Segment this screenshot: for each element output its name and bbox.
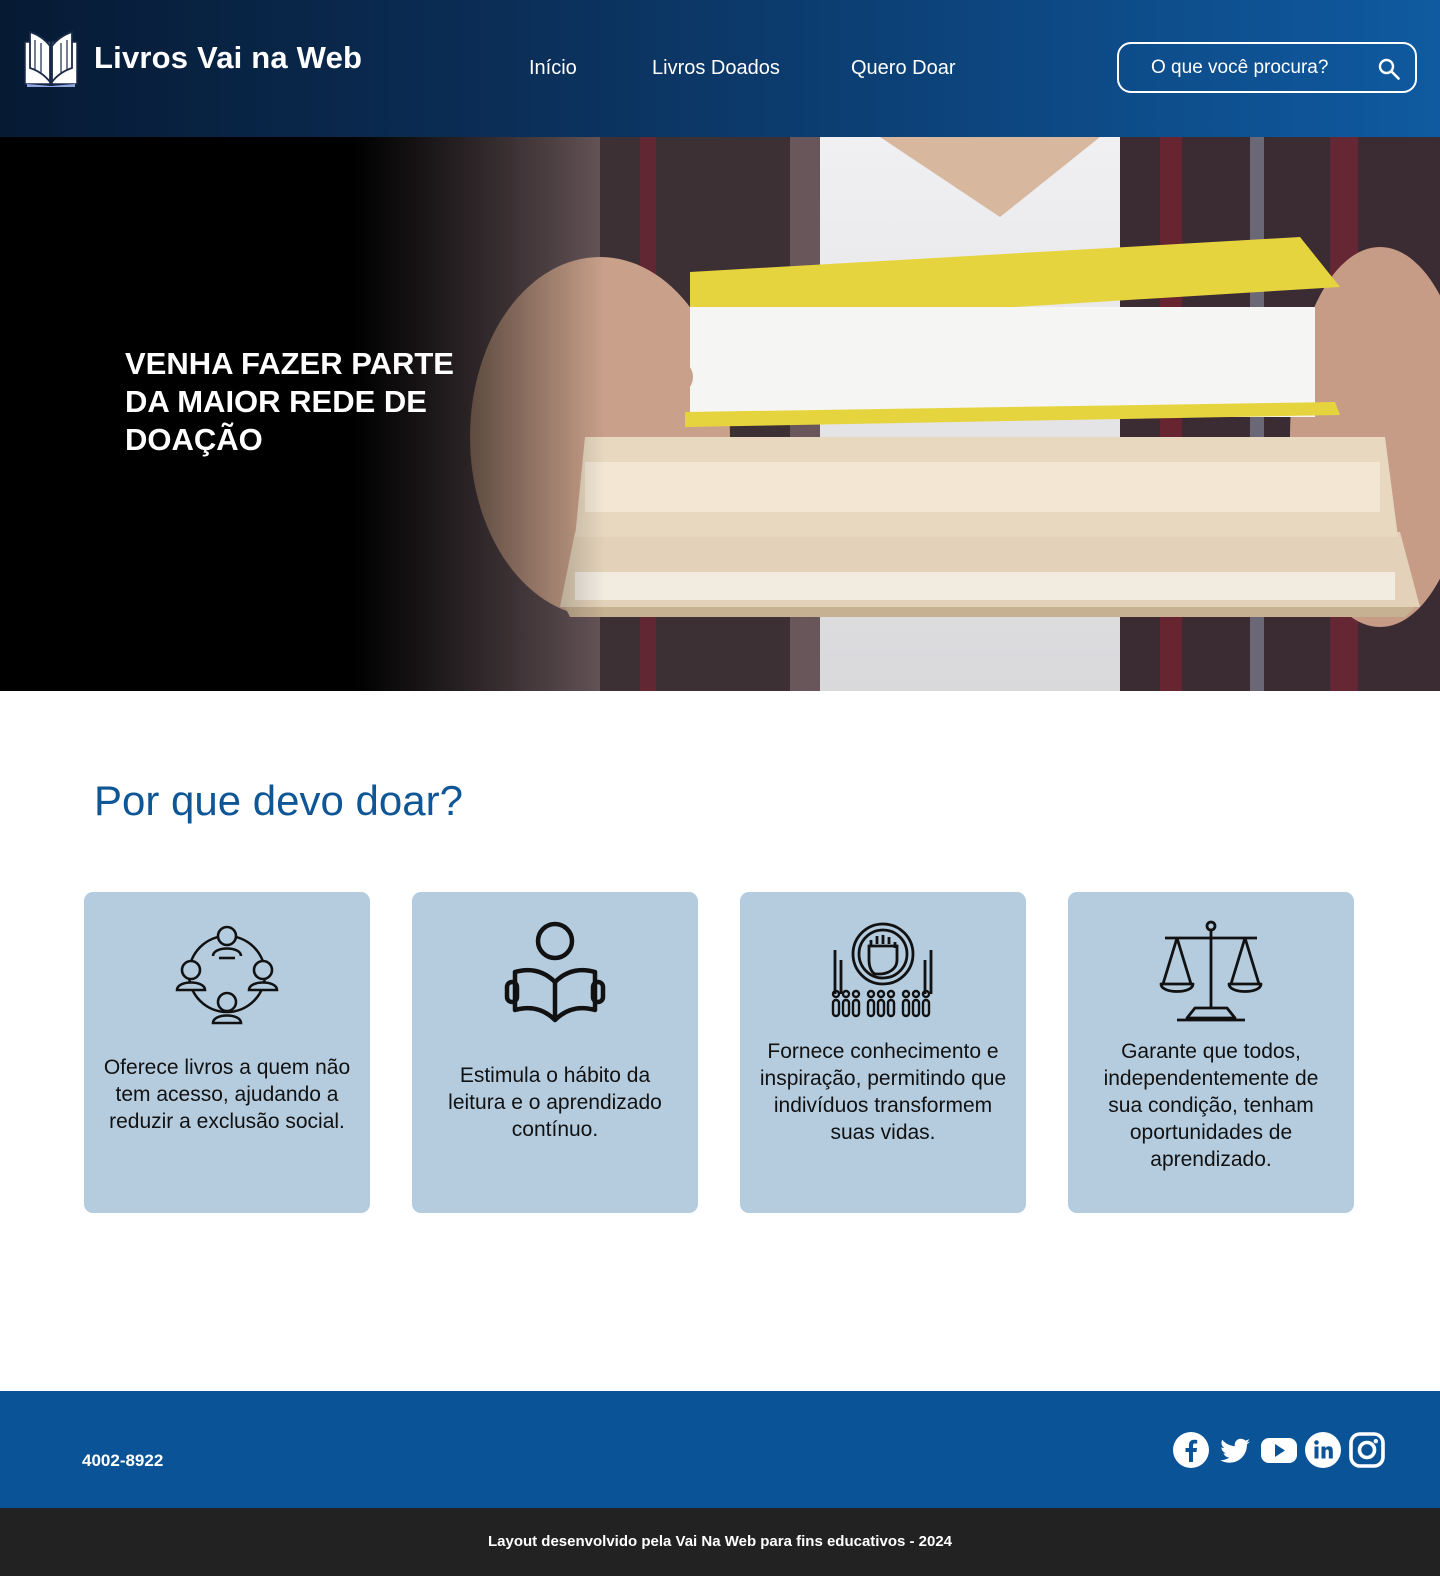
search-icon[interactable]: [1377, 57, 1401, 81]
brand-logo[interactable]: Livros Vai na Web: [22, 28, 362, 88]
benefit-card-text: Fornece conhecimento e inspiração, permi…: [759, 1040, 1007, 1144]
community-network-icon: [175, 925, 279, 1025]
brand-name: Livros Vai na Web: [94, 40, 363, 75]
site-header: Livros Vai na Web Início Livros Doados Q…: [0, 0, 1440, 137]
contact-phone: 4002-8922: [82, 1451, 164, 1470]
social-links: [1172, 1431, 1392, 1469]
benefit-card-inclusion: Oferece livros a quem não tem acesso, aj…: [84, 892, 370, 1213]
benefit-card-reading: Estimula o hábito da leitura e o aprendi…: [412, 892, 698, 1213]
empowerment-fist-icon: [831, 922, 933, 1018]
facebook-icon[interactable]: [1172, 1431, 1210, 1469]
instagram-icon[interactable]: [1348, 1431, 1386, 1469]
benefit-card-empowerment: Fornece conhecimento e inspiração, permi…: [740, 892, 1026, 1213]
nav-link-quero-doar[interactable]: Quero Doar: [851, 57, 956, 80]
open-book-logo-icon: [24, 30, 78, 87]
copyright-bar: Layout desenvolvido pela Vai Na Web para…: [0, 1508, 1440, 1576]
search-box: [1117, 42, 1417, 93]
benefit-card-text: Garante que todos, independentemente de …: [1103, 1040, 1319, 1171]
benefit-card-equality: Garante que todos, independentemente de …: [1068, 892, 1354, 1213]
reading-person-icon: [504, 921, 606, 1023]
benefit-card-text: Estimula o hábito da leitura e o aprendi…: [448, 1064, 662, 1141]
site-footer: 4002-8922: [0, 1391, 1440, 1508]
benefit-card-text: Oferece livros a quem não tem acesso, aj…: [103, 1056, 351, 1133]
linkedin-icon[interactable]: [1304, 1431, 1342, 1469]
youtube-icon[interactable]: [1260, 1431, 1298, 1469]
why-section-title: Por que devo doar?: [94, 777, 463, 824]
twitter-icon[interactable]: [1216, 1431, 1254, 1469]
nav-link-livros-doados[interactable]: Livros Doados: [652, 57, 780, 80]
hero-banner: VENHA FAZER PARTE DA MAIOR REDE DE DOAÇÃ…: [0, 137, 1440, 691]
nav-link-inicio[interactable]: Início: [529, 57, 577, 80]
justice-scale-icon: [1159, 920, 1263, 1022]
search-input[interactable]: [1151, 56, 1371, 79]
credit-text: Layout desenvolvido pela Vai Na Web para…: [487, 1533, 953, 1550]
hero-title: VENHA FAZER PARTE DA MAIOR REDE DE DOAÇÃ…: [125, 346, 454, 457]
